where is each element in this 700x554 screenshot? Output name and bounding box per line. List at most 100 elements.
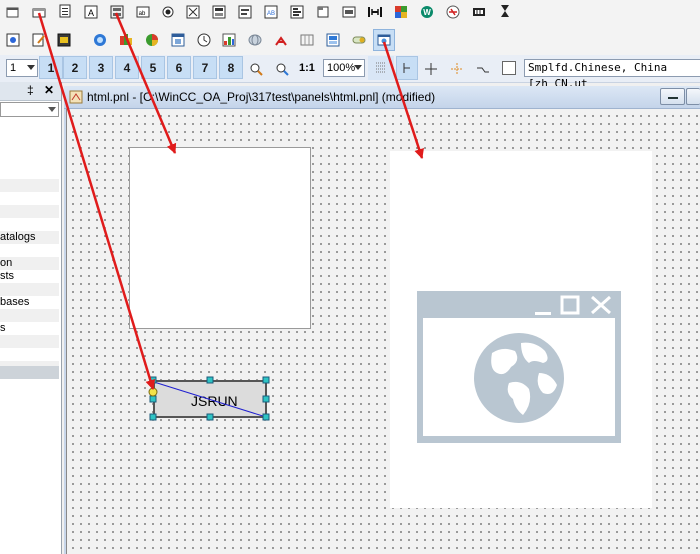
tree-item[interactable] <box>0 244 59 257</box>
hourglass-icon[interactable] <box>498 4 512 18</box>
maximize-button[interactable] <box>686 88 700 105</box>
grid-toggle[interactable] <box>368 56 394 80</box>
activex-icon[interactable] <box>93 33 107 47</box>
tree-item[interactable] <box>0 283 59 296</box>
zoom-in-icon[interactable] <box>249 62 263 76</box>
pipe-icon[interactable] <box>274 33 288 47</box>
filter-combo[interactable] <box>0 102 59 117</box>
layer-button-5[interactable]: 5 <box>141 56 165 79</box>
font-button-icon[interactable] <box>110 5 124 19</box>
tree-item[interactable] <box>0 348 59 361</box>
snap-toggle[interactable] <box>396 56 418 80</box>
text-icon[interactable]: A <box>84 5 98 19</box>
crosshair-icon[interactable] <box>424 62 438 76</box>
toolbar-primary: A ab AB W <box>0 0 700 26</box>
layer-button-2[interactable]: 2 <box>63 56 87 79</box>
resize-handle <box>149 395 157 403</box>
resize-handle <box>149 376 157 384</box>
tree-item[interactable]: atalogs <box>0 231 59 244</box>
chevron-down-icon <box>48 107 56 112</box>
panel-editor-window: html.pnl - [C:\WinCC_OA_Proj\317test\pan… <box>64 86 700 554</box>
anchor-handle <box>148 387 158 397</box>
tree-item[interactable] <box>0 179 59 192</box>
zoom-combo[interactable]: 100% <box>323 59 365 77</box>
svg-text:A: A <box>88 8 94 18</box>
webview-icon <box>377 33 391 47</box>
selection-list-icon[interactable]: AB <box>264 5 278 19</box>
combobox-icon[interactable]: ab <box>136 5 150 19</box>
panel-canvas[interactable]: JSRUN <box>66 109 700 554</box>
zoom-value: 100% <box>327 62 356 74</box>
edit-icon[interactable] <box>32 33 46 47</box>
screen-icon[interactable] <box>326 33 340 47</box>
svg-text:W: W <box>423 8 431 17</box>
toolbar-secondary <box>0 26 700 55</box>
close-icon[interactable]: ✕ <box>44 83 54 97</box>
language-combo[interactable]: Smplfd.Chinese, China [zh_CN.ut <box>524 59 700 90</box>
tree-item[interactable] <box>0 166 59 179</box>
new-icon[interactable] <box>6 5 20 19</box>
tabs-icon[interactable] <box>212 5 226 19</box>
chart-icon[interactable] <box>222 33 236 47</box>
text-document-icon[interactable] <box>58 4 72 18</box>
dashes-icon[interactable] <box>446 5 460 19</box>
pie-icon[interactable] <box>145 33 159 47</box>
layer-button-3[interactable]: 3 <box>89 56 113 79</box>
trend-icon[interactable] <box>368 5 382 19</box>
tree-item[interactable] <box>0 335 59 348</box>
tree-item[interactable]: s <box>0 322 59 335</box>
window-titlebar: html.pnl - [C:\WinCC_OA_Proj\317test\pan… <box>64 86 700 109</box>
checkbox[interactable] <box>502 61 516 75</box>
minimize-button[interactable] <box>660 88 685 105</box>
panel-icon[interactable] <box>290 5 304 19</box>
tree-item[interactable] <box>0 309 59 322</box>
layer-button-7[interactable]: 7 <box>193 56 217 79</box>
book-icon[interactable] <box>300 33 314 47</box>
window-icon[interactable] <box>171 33 185 47</box>
webview-button[interactable] <box>373 29 395 51</box>
grid-icon <box>374 61 388 75</box>
radio-icon[interactable] <box>161 5 175 19</box>
resize-handle <box>262 413 270 421</box>
layer-button-6[interactable]: 6 <box>167 56 191 79</box>
table-icon[interactable] <box>186 5 200 19</box>
close-circle-icon[interactable]: W <box>420 5 434 19</box>
tree-item[interactable]: sts <box>0 270 59 283</box>
textfield-icon[interactable] <box>238 5 252 19</box>
frame-icon[interactable] <box>32 5 46 19</box>
layer-combo-value: 1 <box>10 62 17 74</box>
chevron-down-icon <box>27 65 35 70</box>
layer-button-4[interactable]: 4 <box>115 56 139 79</box>
tree-item[interactable]: on <box>0 257 59 270</box>
left-panel-header: ‡ ✕ <box>0 82 61 101</box>
palette-icon[interactable] <box>119 33 133 47</box>
globe-icon[interactable] <box>248 33 262 47</box>
picture-icon[interactable] <box>6 33 20 47</box>
svg-text:ab: ab <box>139 11 146 17</box>
tree-item[interactable] <box>0 205 59 218</box>
selection-overlay <box>148 376 270 421</box>
window-title: html.pnl - [C:\WinCC_OA_Proj\317test\pan… <box>87 90 436 104</box>
align-icon[interactable] <box>450 62 464 76</box>
tree-item[interactable] <box>0 218 59 231</box>
slider-icon[interactable] <box>342 5 356 19</box>
widget-icon[interactable] <box>394 5 408 19</box>
zoom-one-to-one[interactable]: 1:1 <box>299 62 315 74</box>
connector-icon[interactable] <box>476 62 490 76</box>
pin-icon[interactable]: ‡ <box>27 83 34 97</box>
hourglass-icon[interactable] <box>472 5 486 19</box>
left-panel: ‡ ✕ atalogs on sts bases s <box>0 82 62 554</box>
layer-button-1[interactable]: 1 <box>39 56 63 79</box>
panel-frame-icon[interactable] <box>316 5 330 19</box>
resize-handle <box>206 413 214 421</box>
resize-handle <box>206 376 214 384</box>
graphic-icon[interactable] <box>57 33 71 47</box>
zoom-out-icon[interactable] <box>275 62 289 76</box>
layer-button-8[interactable]: 8 <box>219 56 243 79</box>
panel-file-icon <box>69 90 83 104</box>
tree-item[interactable] <box>0 192 59 205</box>
clock-icon[interactable] <box>197 33 211 47</box>
toggle-icon[interactable] <box>352 33 366 47</box>
tree-item[interactable]: bases <box>0 296 59 309</box>
layer-combo[interactable]: 1 <box>6 59 38 77</box>
